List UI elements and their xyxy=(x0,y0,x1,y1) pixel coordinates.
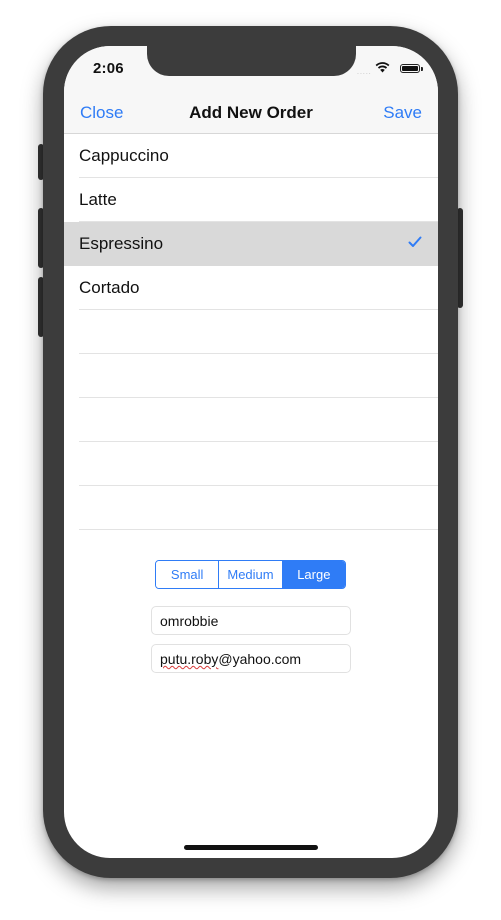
coffee-row-latte[interactable]: Latte xyxy=(64,178,438,222)
coffee-row-label: Cortado xyxy=(79,278,140,297)
cellular-signal-icon: ..... xyxy=(357,69,372,76)
home-indicator[interactable] xyxy=(184,845,318,850)
name-field[interactable]: omrobbie xyxy=(151,606,351,635)
notch xyxy=(147,46,356,76)
email-field[interactable]: putu.roby@yahoo.com xyxy=(151,644,351,673)
size-segment-small[interactable]: Small xyxy=(156,561,219,588)
empty-row xyxy=(64,442,438,486)
coffee-row-cortado[interactable]: Cortado xyxy=(64,266,438,310)
screen: 2:06 ..... Close Add New Order Save Capp… xyxy=(64,46,438,858)
email-field-domain-part: @yahoo.com xyxy=(218,651,302,667)
battery-cap xyxy=(421,67,423,71)
coffee-row-espressino[interactable]: Espressino xyxy=(64,222,438,266)
status-time: 2:06 xyxy=(93,60,124,77)
wifi-icon xyxy=(375,62,390,73)
canvas: 2:06 ..... Close Add New Order Save Capp… xyxy=(0,0,501,920)
size-segment-large[interactable]: Large xyxy=(281,561,345,588)
battery-level xyxy=(402,66,418,71)
size-segment-medium[interactable]: Medium xyxy=(218,561,282,588)
coffee-row-label: Espressino xyxy=(79,234,164,253)
empty-row xyxy=(64,310,438,354)
coffee-row-cappuccino[interactable]: Cappuccino xyxy=(64,134,438,178)
coffee-row-label: Latte xyxy=(79,190,117,209)
page-title: Add New Order xyxy=(189,103,313,122)
save-button[interactable]: Save xyxy=(383,103,422,123)
navigation-bar: Close Add New Order Save xyxy=(64,90,438,134)
empty-row xyxy=(64,354,438,398)
size-segmented-control: Small Medium Large xyxy=(155,560,346,589)
checkmark-icon xyxy=(408,236,422,247)
email-field-user-part: putu.roby xyxy=(160,651,219,667)
name-field-value: omrobbie xyxy=(160,613,219,629)
empty-row xyxy=(64,486,438,530)
coffee-row-label: Cappuccino xyxy=(79,146,169,165)
coffee-table: Cappuccino Latte Espressino Cortado xyxy=(64,134,438,530)
empty-row xyxy=(64,398,438,442)
battery-icon xyxy=(400,64,420,73)
